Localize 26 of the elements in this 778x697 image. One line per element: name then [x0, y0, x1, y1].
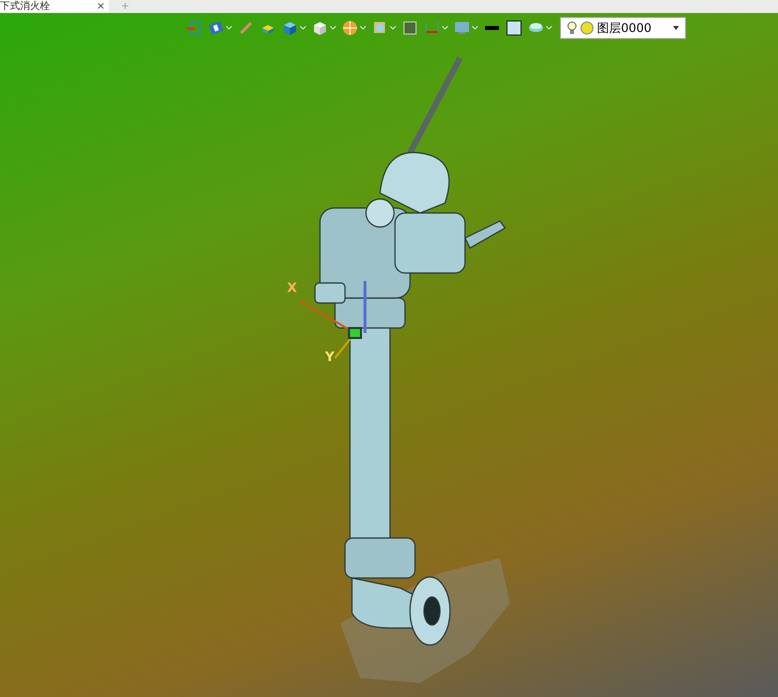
pie-icon[interactable] — [342, 20, 358, 36]
axis-label: Y — [325, 350, 334, 365]
layer-name: 图层0000 — [597, 20, 653, 36]
caret-icon — [673, 26, 679, 30]
close-tab-button[interactable]: × — [96, 0, 105, 13]
cube-icon[interactable] — [282, 20, 298, 36]
tab-title: 下式消火栓 — [0, 0, 50, 13]
circle-icon — [580, 21, 594, 35]
monitor-icon[interactable] — [454, 20, 470, 36]
caret-icon[interactable] — [330, 26, 336, 30]
caret-icon[interactable] — [360, 26, 366, 30]
caret-icon[interactable] — [300, 26, 306, 30]
layer-dropdown[interactable]: 图层0000 — [560, 17, 686, 39]
caret-icon[interactable] — [546, 26, 552, 30]
dimension-icon[interactable] — [424, 20, 440, 36]
fill-color-icon[interactable] — [506, 20, 522, 36]
caret-icon[interactable] — [472, 26, 478, 30]
lightbulb-icon — [567, 21, 577, 35]
caret-icon[interactable] — [226, 26, 232, 30]
frame-icon[interactable] — [402, 20, 418, 36]
caret-icon[interactable] — [390, 26, 396, 30]
document-tab[interactable]: 下式消火栓 × — [0, 0, 109, 13]
cube-icon[interactable] — [312, 20, 328, 36]
exit-icon[interactable] — [186, 20, 202, 36]
axis-label: X — [287, 281, 298, 296]
caret-icon[interactable] — [442, 26, 448, 30]
